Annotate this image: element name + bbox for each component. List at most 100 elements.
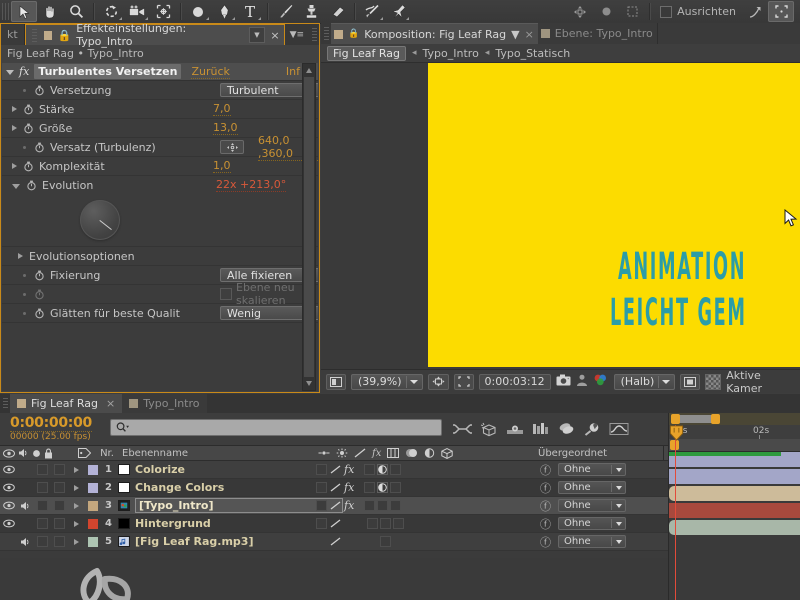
toggle-view-layout-button[interactable] xyxy=(326,373,346,390)
zoom-level-dropdown[interactable]: (39,9%) xyxy=(351,373,423,390)
video-toggle[interactable] xyxy=(0,519,17,528)
audio-toggle[interactable] xyxy=(17,537,34,547)
toggle-mask-button[interactable] xyxy=(453,373,474,390)
shape-tool-button[interactable] xyxy=(185,1,211,22)
tab-timeline-fig-leaf-rag[interactable]: Fig Leaf Rag × xyxy=(10,394,123,413)
property-row-ebene-skalieren[interactable]: Ebene neu skalieren xyxy=(2,281,318,307)
layer-switches[interactable]: fx xyxy=(316,463,402,476)
lock-icon[interactable]: 🔒 xyxy=(348,29,359,39)
evolution-value[interactable]: 22x +213,0° xyxy=(216,178,287,192)
toggle-guides-button[interactable] xyxy=(680,373,701,390)
effects-scrollbar[interactable] xyxy=(302,63,316,391)
tab-layer[interactable]: Ebene: Typo_Intro xyxy=(537,23,657,44)
layer-name[interactable]: Hintergrund xyxy=(135,517,211,530)
parent-pickwhip[interactable]: ⓕ xyxy=(540,480,551,496)
stopwatch-icon[interactable] xyxy=(34,308,45,319)
scroll-down-arrow-icon[interactable] xyxy=(306,381,312,386)
pan-behind-tool-button[interactable] xyxy=(150,1,176,22)
parent-pickwhip[interactable]: ⓕ xyxy=(540,516,551,532)
expand-toggle[interactable] xyxy=(68,502,85,509)
stopwatch-icon[interactable] xyxy=(34,85,45,96)
region-of-interest-button[interactable] xyxy=(427,373,449,390)
label-color[interactable] xyxy=(85,464,101,475)
chevron-right-icon[interactable] xyxy=(12,163,17,169)
timeline-current-time[interactable]: 0:00:00:00 xyxy=(10,415,92,432)
property-row-komplexitaet[interactable]: Komplexität 1,0 xyxy=(2,157,318,176)
label-color[interactable] xyxy=(85,518,101,529)
layer-name[interactable]: [Fig Leaf Rag.mp3] xyxy=(135,535,254,548)
lock-toggle[interactable] xyxy=(51,482,68,493)
property-row-staerke[interactable]: Stärke 7,0 xyxy=(2,100,318,119)
stopwatch-icon[interactable] xyxy=(34,142,45,153)
parent-dropdown[interactable]: Ohne xyxy=(558,535,626,548)
layer-name[interactable]: [Typo_Intro] xyxy=(135,498,343,513)
navigator-start-handle[interactable] xyxy=(671,414,680,424)
solo-toggle[interactable] xyxy=(34,518,51,529)
resolution-dropdown[interactable]: (Halb) xyxy=(613,373,676,390)
rotation-tool-button[interactable] xyxy=(98,1,124,22)
snapping-ball-icon[interactable] xyxy=(593,1,619,22)
scroll-up-arrow-icon[interactable] xyxy=(306,68,312,73)
parent-pickwhip[interactable]: ⓕ xyxy=(540,534,551,550)
label-color[interactable] xyxy=(85,500,101,511)
angle-dial[interactable] xyxy=(80,200,120,240)
chevron-down-icon[interactable] xyxy=(12,183,20,189)
stopwatch-icon[interactable] xyxy=(34,270,45,281)
tab-dropdown-button[interactable]: ▼ xyxy=(511,28,519,41)
parent-pickwhip[interactable]: ⓕ xyxy=(540,498,551,514)
active-camera-label[interactable]: Aktive Kamer xyxy=(726,369,800,395)
snapping-toggle[interactable]: Ausrichten xyxy=(654,5,742,18)
property-row-evolution[interactable]: Evolution 22x +213,0° xyxy=(2,176,318,194)
lock-toggle[interactable] xyxy=(51,500,68,511)
parent-dropdown[interactable]: Ohne xyxy=(558,499,626,512)
navigator-range[interactable] xyxy=(677,415,713,423)
chevron-right-icon[interactable] xyxy=(12,106,17,112)
video-toggle[interactable] xyxy=(0,465,17,474)
lock-toggle[interactable] xyxy=(51,464,68,475)
transform-handles-icon[interactable] xyxy=(567,1,593,22)
effect-info-link[interactable]: Inf xyxy=(286,65,300,78)
parent-dropdown[interactable]: Ohne xyxy=(558,517,626,530)
eraser-tool-button[interactable] xyxy=(324,1,350,22)
zoom-tool-button[interactable] xyxy=(63,1,89,22)
lights-icon[interactable] xyxy=(580,418,606,440)
stopwatch-icon[interactable] xyxy=(23,123,34,134)
layer-bar-typo-intro[interactable] xyxy=(669,486,800,501)
arrow-diagonal-icon[interactable] xyxy=(742,1,768,22)
mask-handles-icon[interactable] xyxy=(619,1,645,22)
parent-dropdown[interactable]: Ohne xyxy=(558,481,626,494)
stopwatch-icon[interactable] xyxy=(23,104,34,115)
brush-tool-button[interactable] xyxy=(272,1,298,22)
close-icon[interactable]: × xyxy=(525,28,534,41)
motion-blur-icon[interactable] xyxy=(502,418,528,440)
solo-toggle[interactable] xyxy=(34,500,51,511)
close-icon[interactable]: × xyxy=(270,29,279,42)
show-snapshot-icon[interactable] xyxy=(576,374,588,389)
lock-toggle[interactable] xyxy=(51,536,68,547)
video-toggle[interactable] xyxy=(0,483,17,492)
playhead-line[interactable] xyxy=(675,425,676,600)
transparency-grid-icon[interactable] xyxy=(705,373,722,390)
graph-editor-icon[interactable] xyxy=(606,418,632,440)
snapshot-icon[interactable] xyxy=(556,374,571,389)
solo-toggle[interactable] xyxy=(34,464,51,475)
komplexitaet-value[interactable]: 1,0 xyxy=(213,159,231,173)
tab-grip[interactable] xyxy=(31,28,37,42)
parent-column-header[interactable]: Übergeordnet xyxy=(538,448,607,459)
chevron-right-icon[interactable] xyxy=(18,253,23,259)
property-row-versatz[interactable]: Versatz (Turbulenz) 640,0 ,360,0 xyxy=(2,134,318,161)
tab-effect-controls[interactable]: 🔒 Effekteinstellungen: Typo_Intro ▼ × xyxy=(24,22,285,48)
layer-switches[interactable] xyxy=(316,518,404,529)
chevron-right-icon[interactable] xyxy=(12,125,17,131)
tab-grip[interactable] xyxy=(3,398,8,410)
audio-toggle[interactable] xyxy=(17,501,34,511)
expand-toggle[interactable] xyxy=(68,538,85,545)
parent-dropdown[interactable]: Ohne xyxy=(558,463,626,476)
layer-name[interactable]: Change Colors xyxy=(135,481,224,494)
stopwatch-icon[interactable] xyxy=(26,180,37,191)
tab-composition[interactable]: 🔒 Komposition: Fig Leaf Rag ▼ × xyxy=(331,23,538,44)
time-ruler[interactable]: 0s 02s xyxy=(669,425,800,440)
property-row-versetzung[interactable]: Versetzung Turbulent xyxy=(2,81,318,100)
layer-bar-colorize[interactable] xyxy=(669,452,800,467)
parent-pickwhip[interactable]: ⓕ xyxy=(540,462,551,478)
